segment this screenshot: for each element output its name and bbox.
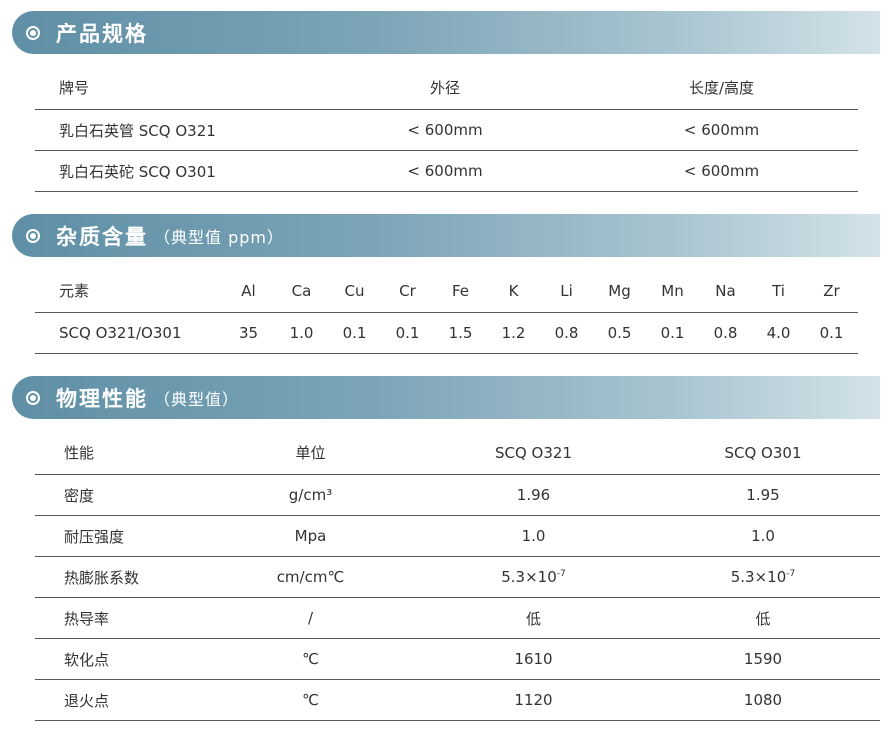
- table-cell: 0.1: [381, 312, 434, 354]
- table-cell: < 600mm: [305, 150, 585, 192]
- exponent-text: -7: [786, 569, 796, 579]
- header-cell: 长度/高度: [585, 66, 858, 110]
- table-cell: 1.0: [421, 515, 646, 557]
- table-cell: 1.95: [646, 474, 880, 516]
- header-cell: SCQ O301: [646, 431, 880, 475]
- table-cell: 0.5: [593, 312, 646, 354]
- table-cell: 0.8: [540, 312, 593, 354]
- section-subtitle: （典型值）: [154, 389, 240, 409]
- table-row: 密度 g/cm³ 1.96 1.95: [35, 474, 880, 516]
- header-cell: Fe: [434, 269, 487, 313]
- table-cell: 1.2: [487, 312, 540, 354]
- impurity-table: 元素 Al Ca Cu Cr Fe K Li Mg Mn Na Ti Zr SC…: [35, 269, 858, 354]
- header-cell: 外径: [305, 66, 585, 110]
- table-cell: cm/cm℃: [200, 556, 421, 598]
- section-banner-impurity: 杂质含量 （典型值 ppm）: [12, 214, 880, 257]
- value-text: 5.3×10: [501, 568, 557, 586]
- table-cell: 5.3×10-7: [646, 556, 880, 598]
- table-cell: < 600mm: [305, 109, 585, 151]
- header-cell: Ca: [275, 269, 328, 313]
- section-title: 产品规格: [56, 21, 148, 46]
- header-cell: 单位: [200, 431, 421, 475]
- table-cell: 耐压强度: [35, 515, 200, 557]
- table-cell: 1590: [646, 638, 880, 680]
- table-cell: 低: [646, 597, 880, 639]
- physical-properties-table: 性能 单位 SCQ O321 SCQ O301 密度 g/cm³ 1.96 1.…: [35, 431, 880, 721]
- header-cell: Al: [222, 269, 275, 313]
- table-cell: 1.0: [275, 312, 328, 354]
- table-row: 软化点 ℃ 1610 1590: [35, 638, 880, 680]
- table-cell: 5.3×10-7: [421, 556, 646, 598]
- header-cell: K: [487, 269, 540, 313]
- table-header-row: 性能 单位 SCQ O321 SCQ O301: [35, 431, 880, 475]
- table-cell: < 600mm: [585, 109, 858, 151]
- table-cell: 乳白石英砣 SCQ O301: [35, 150, 305, 192]
- table-cell: 0.1: [328, 312, 381, 354]
- table-cell: 0.1: [646, 312, 699, 354]
- table-header-row: 牌号 外径 长度/高度: [35, 66, 858, 110]
- table-cell: < 600mm: [585, 150, 858, 192]
- table-cell: 退火点: [35, 679, 200, 721]
- exponent-text: -7: [556, 569, 566, 579]
- table-cell: 乳白石英管 SCQ O321: [35, 109, 305, 151]
- table-cell: 低: [421, 597, 646, 639]
- table-cell: 软化点: [35, 638, 200, 680]
- table-cell: 1.5: [434, 312, 487, 354]
- header-cell: Zr: [805, 269, 858, 313]
- header-cell: Ti: [752, 269, 805, 313]
- table-cell: Mpa: [200, 515, 421, 557]
- table-cell: 1.96: [421, 474, 646, 516]
- table-row: 耐压强度 Mpa 1.0 1.0: [35, 515, 880, 557]
- table-cell: 1610: [421, 638, 646, 680]
- header-cell: 牌号: [35, 66, 305, 110]
- bullet-icon: [26, 25, 40, 40]
- table-row: SCQ O321/O301 35 1.0 0.1 0.1 1.5 1.2 0.8…: [35, 312, 858, 354]
- table-row: 乳白石英管 SCQ O321 < 600mm < 600mm: [35, 109, 858, 151]
- table-cell: SCQ O321/O301: [35, 312, 222, 354]
- table-cell: 热导率: [35, 597, 200, 639]
- table-cell: 4.0: [752, 312, 805, 354]
- section-banner-physical: 物理性能 （典型值）: [12, 376, 880, 419]
- table-cell: 密度: [35, 474, 200, 516]
- table-cell: 1120: [421, 679, 646, 721]
- table-cell: 35: [222, 312, 275, 354]
- header-cell: Cu: [328, 269, 381, 313]
- section-title: 物理性能: [56, 386, 148, 411]
- section-title: 杂质含量: [56, 224, 148, 249]
- table-row: 乳白石英砣 SCQ O301 < 600mm < 600mm: [35, 150, 858, 192]
- header-cell: 元素: [35, 269, 222, 313]
- product-spec-table: 牌号 外径 长度/高度 乳白石英管 SCQ O321 < 600mm < 600…: [35, 66, 858, 192]
- header-cell: Cr: [381, 269, 434, 313]
- header-cell: Mg: [593, 269, 646, 313]
- header-cell: Mn: [646, 269, 699, 313]
- table-cell: ℃: [200, 679, 421, 721]
- header-cell: Li: [540, 269, 593, 313]
- table-cell: g/cm³: [200, 474, 421, 516]
- header-cell: SCQ O321: [421, 431, 646, 475]
- table-cell: 0.8: [699, 312, 752, 354]
- table-row: 热膨胀系数 cm/cm℃ 5.3×10-7 5.3×10-7: [35, 556, 880, 598]
- section-subtitle: （典型值 ppm）: [154, 227, 284, 247]
- header-cell: Na: [699, 269, 752, 313]
- table-cell: 1080: [646, 679, 880, 721]
- value-text: 5.3×10: [730, 568, 787, 586]
- table-cell: /: [200, 597, 421, 639]
- bullet-icon: [26, 390, 40, 405]
- table-cell: 1.0: [646, 515, 880, 557]
- bullet-icon: [26, 228, 40, 243]
- table-cell: ℃: [200, 638, 421, 680]
- table-row: 退火点 ℃ 1120 1080: [35, 679, 880, 721]
- header-cell: 性能: [35, 431, 200, 475]
- page: 产品规格 牌号 外径 长度/高度 乳白石英管 SCQ O321 < 600mm …: [0, 0, 890, 734]
- table-cell: 0.1: [805, 312, 858, 354]
- section-banner-product-spec: 产品规格: [12, 11, 880, 54]
- table-cell: 热膨胀系数: [35, 556, 200, 598]
- table-header-row: 元素 Al Ca Cu Cr Fe K Li Mg Mn Na Ti Zr: [35, 269, 858, 313]
- table-row: 热导率 / 低 低: [35, 597, 880, 639]
